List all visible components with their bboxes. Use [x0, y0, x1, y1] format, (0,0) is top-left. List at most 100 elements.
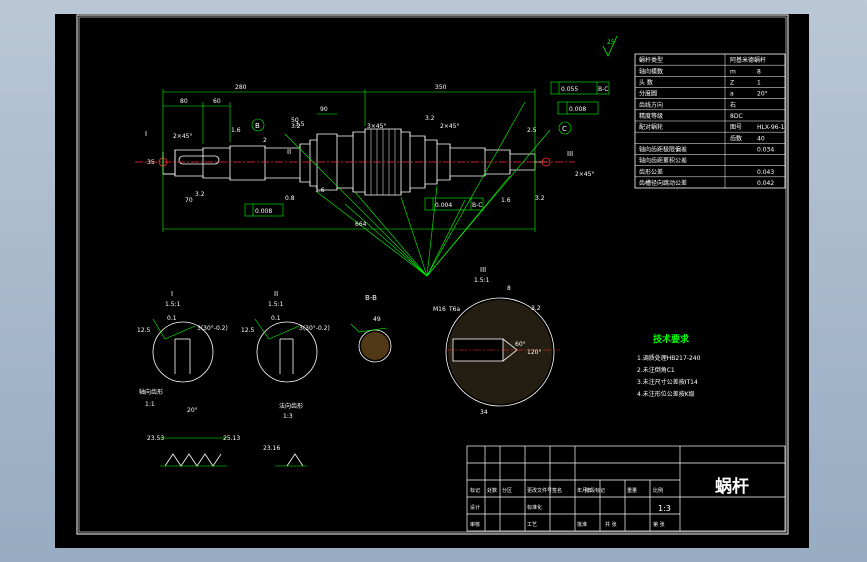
roughness-corner: 25: [602, 35, 618, 57]
table-cell: 轴向齿距累积公差: [639, 157, 687, 165]
datum-b: B: [255, 122, 260, 130]
table-cell: 0.043: [757, 169, 774, 176]
technical-requirements: 技术要求 1.调质处理HB217-240 2.未注倒角C1 3.未注尺寸公差按I…: [637, 333, 701, 398]
title-block-label: 审核: [470, 521, 480, 528]
title-block-label: 工艺: [527, 522, 537, 528]
axial-tooth-title: 轴向齿形: [139, 388, 163, 396]
dim-2: 2: [263, 137, 267, 144]
title-block-label: 重量: [627, 487, 637, 494]
detail-ii-title: II: [274, 290, 278, 298]
table-cell: 配对蜗轮: [639, 123, 663, 131]
detail-ii-dim-2: 0.1: [271, 315, 281, 322]
detail-ii-dim-1: 12.5: [241, 327, 255, 334]
tech-title: 技术要求: [653, 333, 690, 345]
table-cell: m: [730, 68, 736, 75]
drawing-canvas: 25 280 350 80 60 90 50 2 664 70 35 2×45°…: [76, 14, 789, 535]
roughness-3-2-c: 3.2: [425, 115, 435, 122]
dim-90: 90: [320, 106, 328, 113]
drawing-title: 蜗杆: [715, 477, 749, 497]
view-markers: I II III B C: [145, 122, 573, 158]
dim-3-5: 3.5: [295, 121, 305, 128]
detail-iii-title: III: [480, 266, 486, 274]
dim-350: 350: [435, 84, 447, 91]
table-cell: 右: [730, 101, 736, 109]
table-cell: 0.034: [757, 147, 774, 154]
roughness-3-2-a: 3.2: [195, 191, 205, 198]
detail-iii-scale: 1.5:1: [474, 277, 490, 284]
tech-item-4: 4.未注形位公差按K级: [637, 390, 695, 398]
outer-frame: [76, 14, 789, 535]
section-b-b: B-B 49: [350, 294, 392, 363]
detail-ii-dim-3: 3(30°-0.2): [299, 325, 330, 332]
axial-dim-2: 25.13: [223, 435, 240, 442]
title-block-label: 比例: [653, 487, 663, 494]
tol-value-1: 0.055: [561, 86, 578, 93]
dim-70: 70: [185, 197, 193, 204]
table-cell: 图号: [730, 124, 742, 131]
tol-value-left: 0.008: [255, 208, 272, 215]
title-block-label: 标准化: [527, 504, 542, 511]
tol-ref-1: B-C: [598, 86, 608, 93]
roughness-2-5: 2.5: [527, 127, 537, 134]
table-cell: 0.042: [757, 180, 774, 187]
detail-iii-roughness: 3.2: [531, 305, 541, 312]
title-block-label: 共 张: [605, 521, 617, 528]
normal-dim: 23.16: [263, 445, 280, 452]
table-cell: 齿线方向: [639, 101, 663, 109]
tech-item-2: 2.未注倒角C1: [637, 366, 675, 374]
table-cell: 齿形公差: [639, 168, 663, 176]
detail-iii-angle-2: 120°: [527, 349, 541, 356]
dim-35: 35: [147, 159, 155, 166]
table-cell: 8: [757, 68, 761, 75]
roughness-0-8: 0.8: [285, 195, 295, 202]
detail-iii-dim-8: 8: [507, 285, 511, 292]
chamfer-right: 2×45°: [575, 171, 594, 178]
roughness-3-2-d: 3.2: [535, 195, 545, 202]
tol-value-3: 0.008: [569, 106, 586, 113]
detail-i-scale: 1.5:1: [165, 301, 181, 308]
detail-i-dim-3: 3(30°-0.2): [197, 325, 228, 332]
marker-ii: II: [287, 148, 291, 156]
dim-60: 60: [213, 98, 221, 105]
table-cell: 1: [757, 80, 761, 87]
title-block-label: 分区: [502, 487, 512, 494]
corner-roughness-value: 25: [607, 39, 615, 46]
detail-i-title: I: [171, 290, 173, 298]
tol-value-2: 0.004: [435, 202, 452, 209]
table-cell: 精度等级: [639, 112, 663, 120]
title-block-label: 阶段标记: [585, 487, 605, 494]
tooth-profile-normal: 法向齿形 1:3 23.16: [263, 402, 307, 467]
normal-tooth-scale: 1:3: [283, 413, 293, 420]
tol-ref-2: B-C: [472, 202, 482, 209]
table-cell: 40: [757, 135, 765, 142]
dim-80: 80: [180, 98, 188, 105]
tech-item-1: 1.调质处理HB217-240: [637, 354, 701, 362]
marker-i: I: [145, 130, 147, 138]
table-cell: 8DC: [730, 113, 743, 120]
table-cell: 齿数: [730, 134, 742, 142]
section-b-b-dim: 49: [373, 316, 381, 323]
table-cell: 轴向模数: [639, 67, 663, 75]
chamfer-3x45: 3×45°: [367, 123, 386, 130]
detail-iii-thread-depth: T6a: [448, 306, 460, 313]
title-block-label: 标记: [470, 487, 480, 494]
drawing-scale: 1:3: [658, 504, 671, 513]
table-cell: 蜗杆类型: [639, 56, 663, 64]
detail-ii-scale: 1.5:1: [268, 301, 284, 308]
dim-280: 280: [235, 84, 247, 91]
detail-i-dim-1: 12.5: [137, 327, 151, 334]
parameter-rows: 蜗杆类型 阿基米德蜗杆轴向模数 m 8 头 数 Z 1 分度圆 a 20° 齿线方向 右精度等级 8DC…: [635, 54, 785, 188]
cad-viewport[interactable]: 25 280 350 80 60 90 50 2 664 70 35 2×45°…: [55, 14, 809, 548]
marker-iii: III: [567, 150, 573, 158]
roughness-1-6-c: 1.6: [501, 197, 511, 204]
detail-i-dim-2: 0.1: [167, 315, 177, 322]
table-cell: HLX-96-1: [757, 124, 785, 131]
title-block-label: 处数: [487, 487, 497, 494]
axial-angle: 20°: [187, 407, 198, 414]
title-block-label: 签名: [552, 487, 562, 494]
detail-iii-angle-1: 60°: [515, 341, 526, 348]
detail-iii-dim-34: 34: [480, 409, 488, 416]
roughness-1-6: 1.6: [231, 127, 241, 134]
tech-item-3: 3.未注尺寸公差按IT14: [637, 378, 698, 386]
worm-parameter-table: 蜗杆类型 阿基米德蜗杆轴向模数 m 8 头 数 Z 1 分度圆 a 20° 齿线方向 右精度等级 8DC…: [634, 53, 786, 189]
